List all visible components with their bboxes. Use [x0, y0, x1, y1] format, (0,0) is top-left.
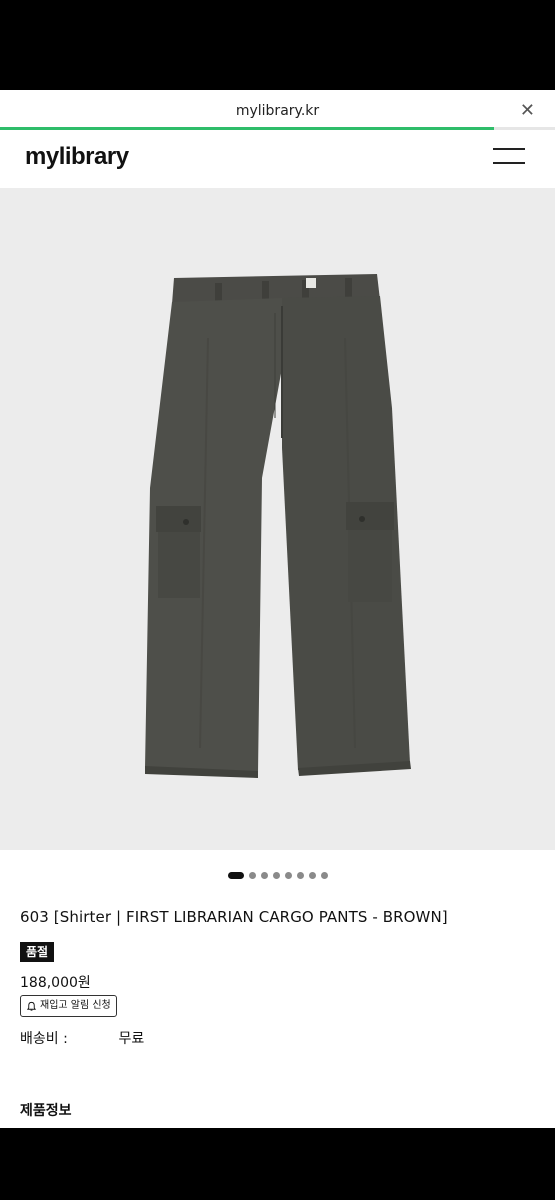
shipping-label: 배송비 : [20, 1031, 68, 1047]
site-header: mylibrary [0, 130, 555, 188]
product-title: 603 [Shirter | FIRST LIBRARIAN CARGO PAN… [20, 908, 448, 926]
browser-page: mylibrary.kr ✕ mylibrary 603 [Shirter | … [0, 90, 555, 1128]
shipping-row: 배송비 : 무료 [20, 1028, 144, 1048]
product-image[interactable] [0, 188, 555, 850]
sold-out-badge: 품절 [20, 942, 55, 962]
pagination-dot[interactable] [227, 872, 244, 879]
browser-url-bar: mylibrary.kr ✕ [0, 90, 555, 130]
image-pagination-dots[interactable] [0, 865, 555, 879]
product-price: 188,000원 [20, 975, 91, 991]
pagination-dot[interactable] [320, 872, 328, 879]
restock-alert-label: 재입고 알림 신청 [40, 1000, 111, 1011]
url-text[interactable]: mylibrary.kr [0, 103, 555, 119]
pagination-dot[interactable] [272, 872, 280, 879]
pagination-dot[interactable] [260, 872, 268, 879]
restock-alert-button[interactable]: 재입고 알림 신청 [20, 995, 117, 1017]
pagination-dot[interactable] [296, 872, 304, 879]
pagination-dot[interactable] [308, 872, 316, 879]
pagination-dot[interactable] [284, 872, 292, 879]
cargo-pants-image [145, 274, 411, 778]
product-info-heading[interactable]: 제품정보 [20, 1100, 72, 1120]
bell-icon [26, 1001, 37, 1011]
site-logo[interactable]: mylibrary [25, 143, 129, 171]
shipping-value: 무료 [118, 1031, 145, 1047]
hamburger-menu-icon[interactable] [493, 148, 525, 166]
close-icon[interactable]: ✕ [520, 100, 535, 121]
pagination-dot[interactable] [248, 872, 256, 879]
